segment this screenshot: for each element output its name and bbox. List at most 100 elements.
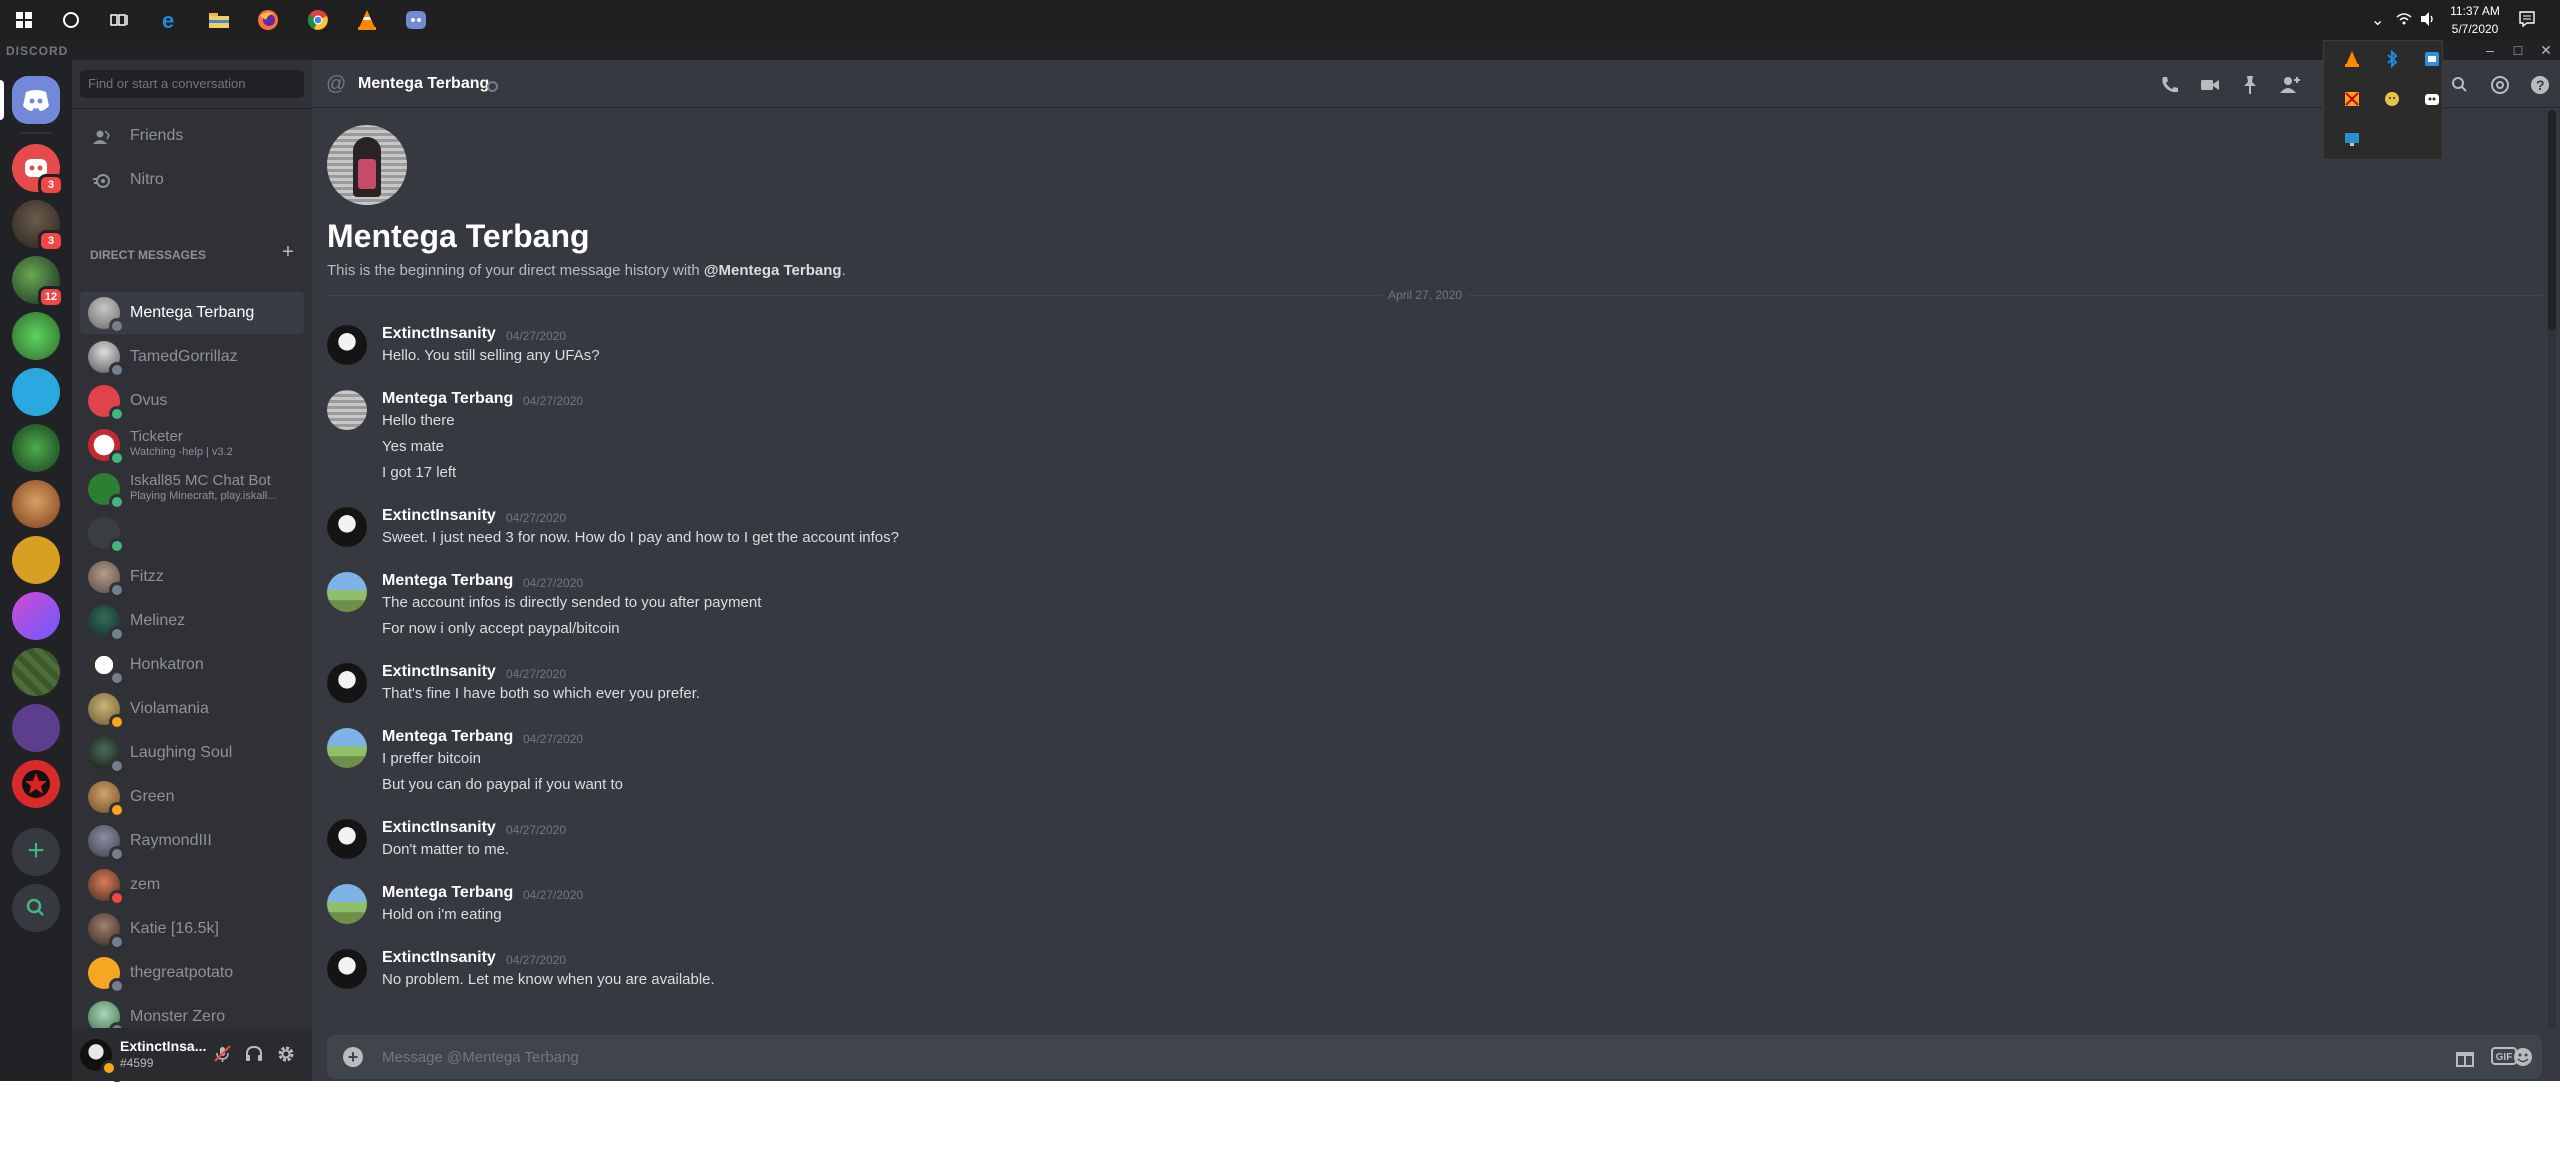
discord-taskbar-icon[interactable]	[402, 6, 430, 34]
dm-item[interactable]: Mentega Terbang	[80, 292, 304, 334]
server-icon-6[interactable]	[12, 424, 60, 472]
dm-item[interactable]: thegreatpotato	[80, 952, 304, 994]
message-avatar[interactable]	[327, 819, 367, 859]
clock[interactable]: 11:37 AM 5/7/2020	[2440, 2, 2510, 38]
firefox-icon[interactable]	[254, 6, 282, 34]
task-view-icon[interactable]	[106, 6, 134, 34]
server-icon-7[interactable]	[12, 480, 60, 528]
bluetooth-icon[interactable]	[2382, 49, 2402, 69]
emoji-icon[interactable]	[2512, 1046, 2534, 1068]
gift-icon[interactable]	[2454, 1046, 2476, 1068]
mentions-icon[interactable]	[2488, 73, 2512, 97]
message-avatar[interactable]	[327, 884, 367, 924]
dm-item[interactable]: RaymondIII	[80, 820, 304, 862]
security-tray-icon[interactable]	[2422, 49, 2442, 69]
find-conversation-input[interactable]: Find or start a conversation	[80, 70, 304, 98]
video-call-icon[interactable]	[2198, 73, 2222, 97]
scrollbar-thumb[interactable]	[2548, 110, 2556, 330]
utility-tray-icon[interactable]	[2342, 89, 2362, 109]
message-avatar[interactable]	[327, 390, 367, 430]
add-server-button[interactable]: +	[12, 828, 60, 876]
dm-item[interactable]: Ticketer Watching -help | v3.2	[80, 424, 304, 466]
message-author[interactable]: ExtinctInsanity	[382, 325, 496, 343]
server-icon-8[interactable]	[12, 536, 60, 584]
upload-plus-icon[interactable]: +	[343, 1047, 363, 1067]
recipient-avatar[interactable]	[327, 125, 407, 205]
voice-call-icon[interactable]	[2158, 73, 2182, 97]
search-icon[interactable]	[2448, 73, 2472, 97]
message-avatar[interactable]	[327, 572, 367, 612]
dm-item[interactable]: Green	[80, 776, 304, 818]
server-icon-12[interactable]	[12, 760, 60, 808]
explore-servers-button[interactable]	[12, 884, 60, 932]
dm-item[interactable]: Fitzz	[80, 556, 304, 598]
message-avatar[interactable]	[327, 325, 367, 365]
user-settings-button[interactable]	[276, 1044, 296, 1064]
network-icon[interactable]	[2396, 12, 2412, 26]
dm-item[interactable]: Ovus	[80, 380, 304, 422]
file-explorer-icon[interactable]	[205, 6, 233, 34]
dm-name: Violamania	[130, 700, 209, 717]
create-dm-button[interactable]: +	[278, 241, 298, 264]
message-author[interactable]: ExtinctInsanity	[382, 507, 496, 525]
dm-item[interactable]: Melinez	[80, 600, 304, 642]
maximize-button[interactable]: □	[2507, 41, 2529, 59]
home-button[interactable]	[12, 76, 60, 124]
dm-item[interactable]: Iskall85 MC Chat Bot Playing Minecraft, p…	[80, 468, 304, 510]
dm-activity: Playing Minecraft, play.iskall...	[130, 490, 277, 502]
server-icon-11[interactable]	[12, 704, 60, 752]
message-author[interactable]: ExtinctInsanity	[382, 949, 496, 967]
dm-item[interactable]: Honkatron	[80, 644, 304, 686]
help-icon[interactable]: ?	[2528, 73, 2552, 97]
server-icon-4[interactable]	[12, 312, 60, 360]
dm-item[interactable]	[80, 512, 304, 554]
message-author[interactable]: Mentega Terbang	[382, 572, 513, 590]
message-avatar[interactable]	[327, 663, 367, 703]
search-icon[interactable]	[57, 6, 85, 34]
message-author[interactable]: ExtinctInsanity	[382, 819, 496, 837]
volume-icon[interactable]	[2419, 11, 2437, 27]
server-icon-10[interactable]	[12, 648, 60, 696]
message-author[interactable]: ExtinctInsanity	[382, 663, 496, 681]
windows-start-icon[interactable]	[10, 6, 38, 34]
chrome-icon[interactable]	[304, 6, 332, 34]
dm-item[interactable]: Laughing Soul	[80, 732, 304, 774]
message-author[interactable]: Mentega Terbang	[382, 728, 513, 746]
dm-name: Laughing Soul	[130, 744, 233, 761]
server-icon-5[interactable]	[12, 368, 60, 416]
server-icon-9[interactable]	[12, 592, 60, 640]
vlc-icon[interactable]	[353, 6, 381, 34]
tray-chevron-icon[interactable]: ⌄	[2371, 10, 2384, 30]
deafen-button[interactable]	[244, 1044, 264, 1064]
action-center-icon[interactable]	[2518, 10, 2536, 28]
vlc-tray-icon[interactable]	[2342, 49, 2362, 69]
smiley-tray-icon[interactable]	[2382, 89, 2402, 109]
message-author[interactable]: Mentega Terbang	[382, 884, 513, 902]
edge-icon[interactable]: e	[156, 6, 184, 34]
message-avatar[interactable]	[327, 949, 367, 989]
dm-item[interactable]: TamedGorrillaz	[80, 336, 304, 378]
dm-item[interactable]: zem	[80, 864, 304, 906]
recipient-mention[interactable]: @Mentega Terbang	[704, 262, 842, 279]
dm-item[interactable]: Violamania	[80, 688, 304, 730]
server-icon-2[interactable]: 3	[12, 200, 64, 252]
display-tray-icon[interactable]	[2342, 129, 2362, 149]
message-avatar[interactable]	[327, 507, 367, 547]
user-status-indicator	[101, 1060, 117, 1076]
message-avatar[interactable]	[327, 728, 367, 768]
mute-button[interactable]	[212, 1044, 232, 1064]
close-button[interactable]: ✕	[2535, 41, 2557, 59]
server-icon-3[interactable]: 12	[12, 256, 64, 308]
message-timestamp: 04/27/2020	[506, 953, 567, 967]
minimize-button[interactable]: –	[2479, 41, 2501, 59]
pinned-messages-icon[interactable]	[2238, 73, 2262, 97]
nav-nitro[interactable]: Nitro	[80, 160, 304, 202]
server-icon-1[interactable]: 3	[12, 144, 64, 196]
discord-tray-icon[interactable]	[2422, 89, 2442, 109]
nav-friends[interactable]: Friends	[80, 116, 304, 158]
message-author[interactable]: Mentega Terbang	[382, 390, 513, 408]
message-input[interactable]: Message @Mentega Terbang	[382, 1049, 579, 1066]
message-text: Hello. You still selling any UFAs?	[382, 347, 600, 364]
dm-item[interactable]: Katie [16.5k]	[80, 908, 304, 950]
add-friend-to-dm-icon[interactable]	[2278, 73, 2302, 97]
